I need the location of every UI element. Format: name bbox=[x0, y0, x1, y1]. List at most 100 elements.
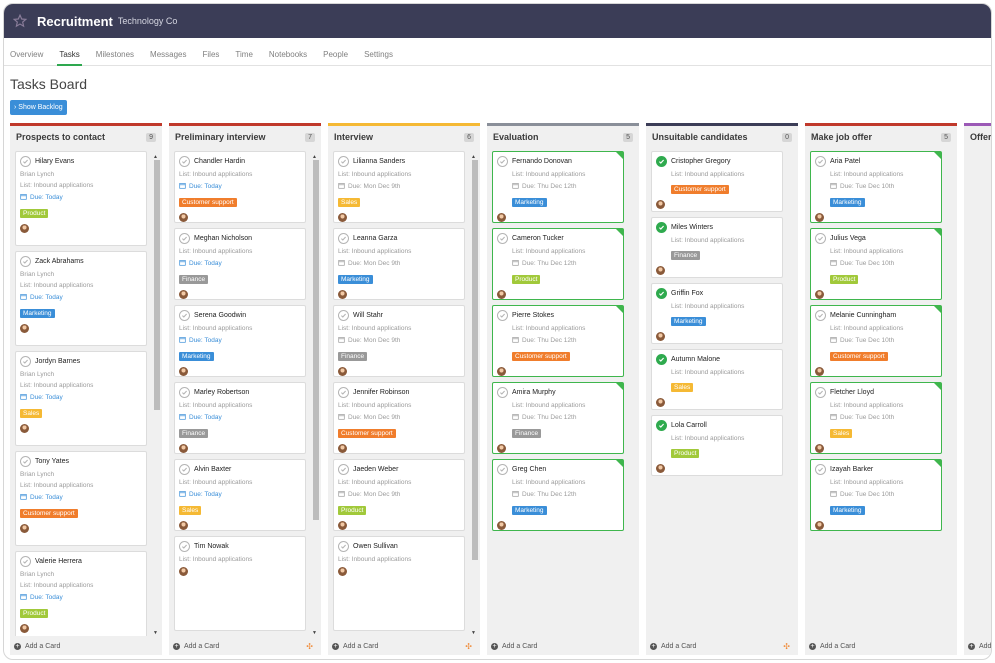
task-card[interactable]: Chandler Hardin List: Inbound application… bbox=[174, 151, 306, 223]
avatar[interactable] bbox=[20, 424, 29, 433]
category-tag[interactable]: Marketing bbox=[512, 198, 547, 207]
checkmark-icon[interactable] bbox=[20, 456, 31, 467]
scrollbar-thumb[interactable] bbox=[313, 160, 319, 520]
candidate-name[interactable]: Will Stahr bbox=[353, 312, 383, 319]
candidate-name[interactable]: Leanna Garza bbox=[353, 235, 397, 242]
avatar[interactable] bbox=[338, 213, 347, 222]
avatar[interactable] bbox=[497, 521, 506, 530]
candidate-name[interactable]: Amira Murphy bbox=[512, 389, 556, 396]
scrollbar[interactable]: ▲ ▼ bbox=[471, 151, 478, 636]
task-card[interactable]: Julius Vega List: Inbound applications Due… bbox=[810, 228, 942, 300]
task-card[interactable]: Griffin Fox List: Inbound applications Mar… bbox=[651, 283, 783, 344]
candidate-name[interactable]: Alvin Baxter bbox=[194, 466, 231, 473]
candidate-name[interactable]: Chandler Hardin bbox=[194, 158, 245, 165]
candidate-name[interactable]: Griffin Fox bbox=[671, 290, 703, 297]
checkmark-icon[interactable] bbox=[815, 387, 826, 398]
candidate-name[interactable]: Tim Nowak bbox=[194, 543, 229, 550]
task-card[interactable]: Aria Patel List: Inbound applications Due:… bbox=[810, 151, 942, 223]
candidate-name[interactable]: Miles Winters bbox=[671, 224, 713, 231]
checkmark-icon[interactable] bbox=[179, 156, 190, 167]
candidate-name[interactable]: Lola Carroll bbox=[671, 422, 707, 429]
candidate-name[interactable]: Melanie Cunningham bbox=[830, 312, 896, 319]
avatar[interactable] bbox=[656, 398, 665, 407]
task-card[interactable]: Meghan Nicholson List: Inbound applicatio… bbox=[174, 228, 306, 300]
avatar[interactable] bbox=[338, 444, 347, 453]
checkmark-icon[interactable] bbox=[20, 356, 31, 367]
task-card[interactable]: Hilary Evans Brian Lynch List: Inbound app… bbox=[15, 151, 147, 246]
avatar[interactable] bbox=[179, 521, 188, 530]
checkmark-icon[interactable] bbox=[497, 310, 508, 321]
task-card[interactable]: Cameron Tucker List: Inbound applications… bbox=[492, 228, 624, 300]
checkmark-icon[interactable] bbox=[656, 222, 667, 233]
checkmark-icon[interactable] bbox=[497, 387, 508, 398]
checkmark-icon[interactable] bbox=[656, 354, 667, 365]
checkmark-icon[interactable] bbox=[656, 420, 667, 431]
candidate-name[interactable]: Autumn Malone bbox=[671, 356, 720, 363]
checkmark-icon[interactable] bbox=[497, 156, 508, 167]
checkmark-icon[interactable] bbox=[656, 288, 667, 299]
star-logo-icon[interactable] bbox=[12, 13, 28, 29]
category-tag[interactable]: Finance bbox=[671, 251, 701, 260]
settings-gear-icon[interactable]: ✣ bbox=[306, 642, 313, 651]
task-card[interactable]: Leanna Garza List: Inbound applications Du… bbox=[333, 228, 465, 300]
category-tag[interactable]: Finance bbox=[512, 429, 542, 438]
task-card[interactable]: Owen Sullivan List: Inbound applications bbox=[333, 536, 465, 631]
checkmark-icon[interactable] bbox=[815, 310, 826, 321]
avatar[interactable] bbox=[20, 224, 29, 233]
add-card-button[interactable]: + Add a Card bbox=[332, 643, 378, 650]
avatar[interactable] bbox=[20, 624, 29, 633]
candidate-name[interactable]: Fletcher Lloyd bbox=[830, 389, 874, 396]
avatar[interactable] bbox=[179, 567, 188, 576]
task-card[interactable]: Lilianna Sanders List: Inbound applicatio… bbox=[333, 151, 465, 223]
checkmark-icon[interactable] bbox=[20, 156, 31, 167]
avatar[interactable] bbox=[815, 290, 824, 299]
task-card[interactable]: Autumn Malone List: Inbound applications S… bbox=[651, 349, 783, 410]
category-tag[interactable]: Customer support bbox=[20, 509, 78, 518]
tab-files[interactable]: Files bbox=[203, 50, 228, 65]
candidate-name[interactable]: Cristopher Gregory bbox=[671, 158, 731, 165]
candidate-name[interactable]: Jennifer Robinson bbox=[353, 389, 409, 396]
task-card[interactable]: Cristopher Gregory List: Inbound applicat… bbox=[651, 151, 783, 212]
task-card[interactable]: Amira Murphy List: Inbound applications Du… bbox=[492, 382, 624, 454]
checkmark-icon[interactable] bbox=[179, 233, 190, 244]
avatar[interactable] bbox=[179, 367, 188, 376]
task-card[interactable]: Fernando Donovan List: Inbound applicatio… bbox=[492, 151, 624, 223]
checkmark-icon[interactable] bbox=[815, 233, 826, 244]
candidate-name[interactable]: Zack Abrahams bbox=[35, 258, 84, 265]
tab-tasks[interactable]: Tasks bbox=[57, 50, 87, 66]
avatar[interactable] bbox=[179, 444, 188, 453]
avatar[interactable] bbox=[497, 213, 506, 222]
category-tag[interactable]: Customer support bbox=[179, 198, 237, 207]
add-card-button[interactable]: + Add a Card bbox=[173, 643, 219, 650]
checkmark-icon[interactable] bbox=[179, 310, 190, 321]
tab-messages[interactable]: Messages bbox=[150, 50, 194, 65]
task-card[interactable]: Fletcher Lloyd List: Inbound applications… bbox=[810, 382, 942, 454]
category-tag[interactable]: Sales bbox=[671, 383, 694, 392]
tab-settings[interactable]: Settings bbox=[364, 50, 401, 65]
avatar[interactable] bbox=[338, 521, 347, 530]
task-card[interactable]: Lola Carroll List: Inbound applications Pr… bbox=[651, 415, 783, 476]
category-tag[interactable]: Sales bbox=[20, 409, 43, 418]
task-card[interactable]: Pierre Stokes List: Inbound applications D… bbox=[492, 305, 624, 377]
avatar[interactable] bbox=[179, 213, 188, 222]
scrollbar[interactable]: ▲ ▼ bbox=[153, 151, 160, 636]
scrollbar[interactable]: ▲ ▼ bbox=[312, 151, 319, 636]
task-card[interactable]: Jennifer Robinson List: Inbound applicati… bbox=[333, 382, 465, 454]
tab-notebooks[interactable]: Notebooks bbox=[269, 50, 315, 65]
task-card[interactable]: Serena Goodwin List: Inbound applications… bbox=[174, 305, 306, 377]
candidate-name[interactable]: Pierre Stokes bbox=[512, 312, 554, 319]
checkmark-icon[interactable] bbox=[497, 233, 508, 244]
category-tag[interactable]: Customer support bbox=[338, 429, 396, 438]
candidate-name[interactable]: Owen Sullivan bbox=[353, 543, 398, 550]
candidate-name[interactable]: Serena Goodwin bbox=[194, 312, 246, 319]
candidate-name[interactable]: Marley Robertson bbox=[194, 389, 249, 396]
settings-gear-icon[interactable]: ✣ bbox=[465, 642, 472, 651]
category-tag[interactable]: Marketing bbox=[20, 309, 55, 318]
scroll-down-icon[interactable]: ▼ bbox=[471, 630, 476, 636]
task-card[interactable]: Alvin Baxter List: Inbound applications Du… bbox=[174, 459, 306, 531]
avatar[interactable] bbox=[20, 524, 29, 533]
checkmark-icon[interactable] bbox=[338, 156, 349, 167]
candidate-name[interactable]: Greg Chen bbox=[512, 466, 546, 473]
candidate-name[interactable]: Jaeden Weber bbox=[353, 466, 398, 473]
task-card[interactable]: Zack Abrahams Brian Lynch List: Inbound ap… bbox=[15, 251, 147, 346]
